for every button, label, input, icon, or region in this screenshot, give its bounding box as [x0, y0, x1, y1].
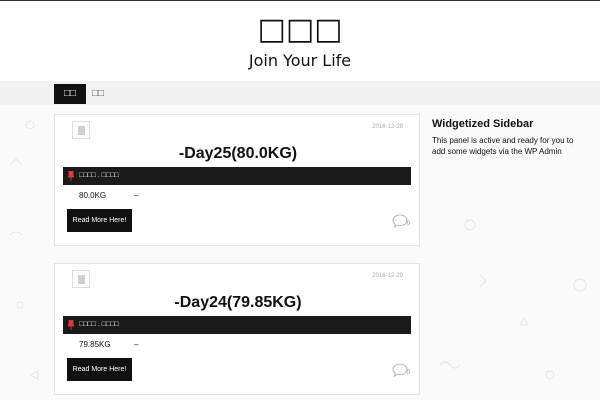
sidebar-text: This panel is active and ready for you t…	[432, 136, 574, 156]
site-header: □□□ Join Your Life	[0, 1, 600, 81]
pin-icon	[68, 171, 74, 181]
nav-item-second[interactable]: □□	[82, 84, 114, 104]
post-title[interactable]: -Day24(79.85KG)	[55, 292, 421, 314]
post-categories[interactable]: □□□□ . □□□□	[79, 167, 119, 185]
post-excerpt-dash: –	[134, 340, 139, 349]
post-meta-bar: □□□□ . □□□□	[63, 167, 411, 185]
post-title[interactable]: -Day25(80.0KG)	[55, 143, 421, 165]
post-date: 2016-12-28	[372, 124, 403, 130]
post-date: 2016-12-29	[372, 273, 403, 279]
site-title[interactable]: □□□	[0, 13, 600, 47]
post-categories[interactable]: □□□□ . □□□□	[79, 316, 119, 334]
post-meta-bar: □□□□ . □□□□	[63, 316, 411, 334]
comment-icon[interactable]	[392, 363, 408, 377]
comment-count: 0	[406, 221, 410, 227]
main-navigation: □□ □□	[0, 81, 600, 105]
site-tagline: Join Your Life	[248, 51, 352, 70]
comment-count: 0	[406, 370, 410, 376]
post-thumbnail[interactable]	[72, 121, 90, 139]
comment-icon[interactable]	[392, 214, 408, 228]
pin-icon	[68, 320, 74, 330]
read-more-button[interactable]: Read More Here!	[67, 209, 132, 232]
post-thumbnail[interactable]	[72, 270, 90, 288]
read-more-button[interactable]: Read More Here!	[67, 358, 132, 381]
post-excerpt-dash: –	[134, 191, 139, 200]
post-excerpt-weight: 79.85KG	[79, 340, 111, 349]
sidebar-title: Widgetized Sidebar	[432, 118, 534, 130]
post-card: 2016-12-29 -Day24(79.85KG) □□□□ . □□□□ 7…	[54, 263, 420, 395]
widget-sidebar: Widgetized Sidebar This panel is active …	[432, 117, 582, 157]
post-card: 2016-12-28 -Day25(80.0KG) □□□□ . □□□□ 80…	[54, 114, 420, 246]
post-excerpt-weight: 80.0KG	[79, 191, 107, 200]
